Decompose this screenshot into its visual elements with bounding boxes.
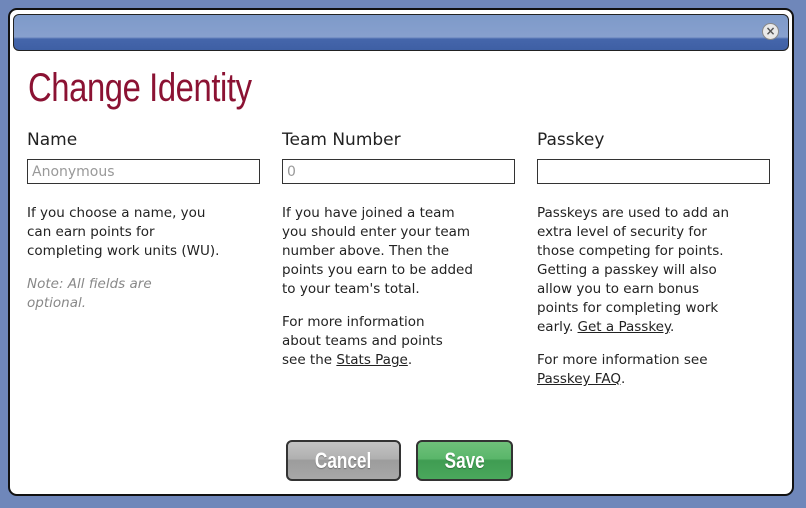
passkey-more-info: For more information see Passkey FAQ.: [537, 351, 732, 389]
team-more-info: For more information about teams and poi…: [282, 313, 462, 370]
optional-note: Note: All fields are optional.: [27, 276, 152, 311]
save-button[interactable]: Save: [416, 440, 513, 481]
cancel-button-label: Cancel: [315, 448, 372, 473]
passkey-more-prefix: For more information see: [537, 352, 708, 368]
passkey-description-text: Passkeys are used to add an extra level …: [537, 205, 730, 335]
close-icon[interactable]: ×: [762, 23, 779, 40]
passkey-label: Passkey: [537, 130, 605, 150]
change-identity-dialog: × Change Identity Name If you choose a n…: [8, 8, 794, 496]
save-button-label: Save: [444, 448, 485, 473]
passkey-description: Passkeys are used to add an extra level …: [537, 204, 732, 337]
passkey-more-suffix: .: [620, 371, 626, 387]
stats-page-link[interactable]: Stats Page: [336, 352, 407, 368]
get-passkey-link[interactable]: Get a Passkey: [578, 319, 671, 335]
cancel-button[interactable]: Cancel: [286, 440, 401, 481]
passkey-column: Passkey Passkeys are used to add an extr…: [537, 130, 777, 389]
dialog-title: Change Identity: [28, 66, 252, 110]
team-number-input[interactable]: [282, 159, 515, 184]
name-input[interactable]: [27, 159, 260, 184]
team-more-suffix: .: [407, 352, 413, 368]
name-description: If you choose a name, you can earn point…: [27, 205, 220, 259]
name-column: Name If you choose a name, you can earn …: [27, 130, 267, 327]
team-number-label: Team Number: [282, 130, 401, 150]
passkey-faq-link[interactable]: Passkey FAQ: [537, 371, 621, 387]
passkey-input[interactable]: [537, 159, 770, 184]
team-description: If you have joined a team you should ent…: [282, 205, 473, 297]
passkey-get-suffix: .: [670, 319, 675, 335]
dialog-titlebar[interactable]: ×: [13, 14, 789, 51]
team-column: Team Number If you have joined a team yo…: [282, 130, 522, 370]
name-label: Name: [27, 130, 78, 150]
